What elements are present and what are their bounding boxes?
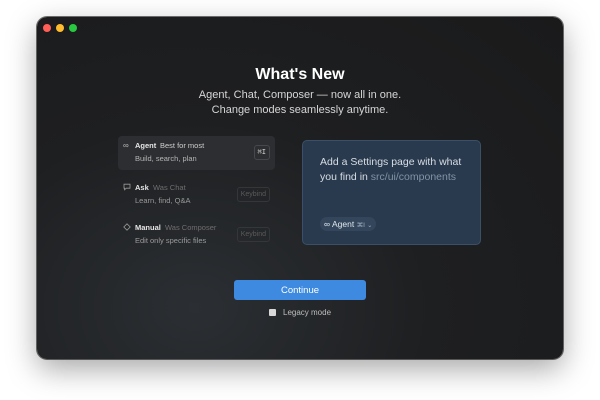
infinity-icon: ∞ <box>123 141 129 150</box>
mode-description: Edit only specific files <box>135 236 207 245</box>
mode-note: Best for most <box>160 141 205 150</box>
mode-note: Was Composer <box>165 223 217 232</box>
subtitle-line-2: Change modes seamlessly anytime. <box>211 104 389 116</box>
legacy-mode-label: Legacy mode <box>283 308 332 317</box>
page-title: What's New <box>255 66 345 83</box>
mode-keybind-placeholder[interactable]: Keybind <box>236 187 270 202</box>
mode-shortcut[interactable]: ⌘I <box>253 145 270 160</box>
prompt-path: src/ui/components <box>370 171 457 183</box>
chip-label: Agent <box>331 219 355 229</box>
mode-option-manual[interactable]: Manual Was Composer Edit only specific f… <box>118 218 275 252</box>
mode-description: Build, search, plan <box>135 154 197 163</box>
mode-note: Was Chat <box>153 183 186 192</box>
page-subtitle: Agent, Chat, Composer — now all in one. … <box>37 88 563 118</box>
zoom-window-button[interactable] <box>69 24 77 32</box>
legacy-mode-checkbox[interactable] <box>269 309 276 316</box>
mode-description: Learn, find, Q&A <box>135 196 191 205</box>
prompt-preview-text: Add a Settings page with what you find i… <box>320 155 475 185</box>
mode-option-agent[interactable]: ∞ Agent Best for most Build, search, pla… <box>118 136 275 170</box>
mode-name: Manual <box>135 223 161 232</box>
chevron-down-icon: ⌄ <box>367 223 373 229</box>
prompt-preview-panel: Add a Settings page with what you find i… <box>302 140 481 245</box>
mode-keybind-placeholder[interactable]: Keybind <box>236 227 270 242</box>
close-window-button[interactable] <box>43 24 51 32</box>
diamond-icon <box>123 223 131 233</box>
minimize-window-button[interactable] <box>56 24 64 32</box>
mode-selector-chip[interactable]: ∞ Agent ⌘I ⌄ <box>320 217 377 231</box>
chip-shortcut: ⌘I <box>356 222 365 229</box>
chat-bubble-icon <box>123 183 131 193</box>
subtitle-line-1: Agent, Chat, Composer — now all in one. <box>198 89 402 101</box>
mode-name: Ask <box>135 183 149 192</box>
mode-option-ask[interactable]: Ask Was Chat Learn, find, Q&A Keybind <box>118 178 275 212</box>
whats-new-window: What's New Agent, Chat, Composer — now a… <box>37 17 563 359</box>
window-controls <box>43 24 77 32</box>
continue-button[interactable]: Continue <box>234 280 366 300</box>
mode-name: Agent <box>135 141 157 150</box>
infinity-icon: ∞ <box>324 219 331 229</box>
